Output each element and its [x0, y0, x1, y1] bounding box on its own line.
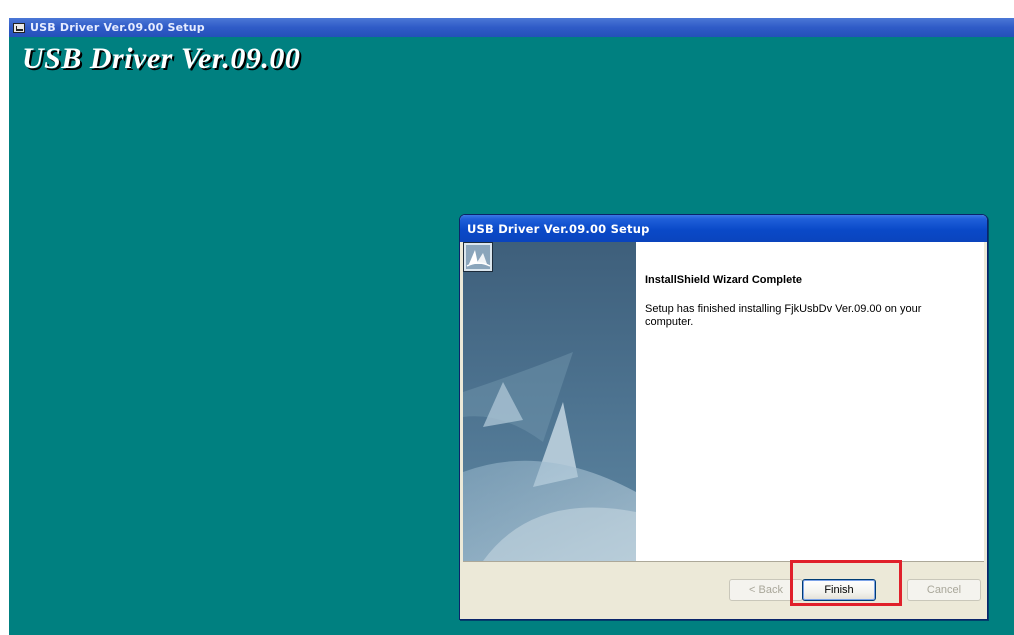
background-title-bar[interactable]: USB Driver Ver.09.00 Setup — [9, 18, 1014, 37]
dialog-title: USB Driver Ver.09.00 Setup — [467, 221, 650, 236]
background-window-title: USB Driver Ver.09.00 Setup — [30, 21, 205, 34]
dialog-title-bar[interactable]: USB Driver Ver.09.00 Setup — [460, 215, 987, 242]
wizard-heading: InstallShield Wizard Complete — [645, 274, 802, 286]
setup-banner-title: USB Driver Ver.09.00 — [22, 42, 301, 75]
wizard-message: Setup has finished installing FjkUsbDv V… — [645, 303, 922, 328]
finish-highlight-box — [790, 560, 902, 606]
dialog-body: InstallShield Wizard Complete Setup has … — [463, 242, 984, 561]
installshield-icon — [463, 242, 493, 272]
wizard-side-graphic — [463, 242, 636, 561]
dialog-button-bar: < Back Finish Cancel — [463, 561, 984, 618]
setup-app-icon — [13, 22, 25, 33]
cancel-button[interactable]: Cancel — [907, 579, 981, 601]
installshield-dialog: USB Driver Ver.09.00 Setup InstallShield… — [459, 214, 988, 620]
